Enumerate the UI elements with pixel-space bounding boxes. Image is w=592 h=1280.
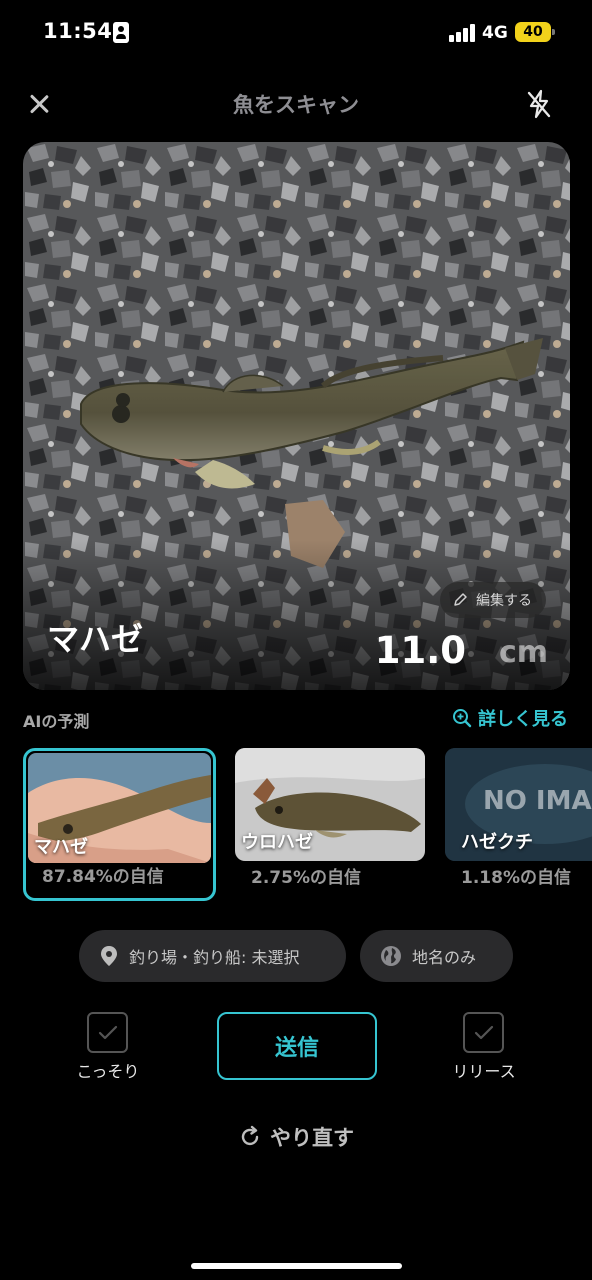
fishing-spot-selector[interactable]: 釣り場・釣り船: 未選択	[79, 930, 346, 982]
size-value[interactable]: 11.0	[375, 629, 466, 672]
zoom-icon	[453, 709, 472, 728]
edit-label: 編集する	[476, 593, 532, 609]
globe-icon	[381, 946, 401, 966]
screen-title: 魚をスキャン	[233, 93, 359, 117]
retry-label: やり直す	[270, 1126, 354, 1150]
fishing-spot-label: 釣り場・釣り船: 未選択	[129, 948, 300, 967]
species-name: マハゼ	[47, 620, 144, 658]
status-time: 11:54	[43, 19, 113, 43]
prediction-thumbnail: マハゼ	[28, 753, 211, 863]
signal-bars-icon	[449, 24, 477, 42]
prediction-thumbnail: NO IMAGE ハゼクチ	[445, 748, 592, 861]
secret-checkbox[interactable]	[87, 1012, 128, 1053]
prediction-confidence: 2.75%の自信	[251, 868, 361, 888]
redo-icon	[241, 1125, 259, 1146]
prediction-card-3[interactable]: NO IMAGE ハゼクチ 1.18%の自信	[445, 748, 592, 900]
fish-photo: 編集する マハゼ 11.0 cm	[23, 142, 570, 690]
detail-label: 詳しく見る	[478, 709, 568, 730]
place-name-only-label: 地名のみ	[412, 948, 477, 967]
prediction-confidence: 87.84%の自信	[42, 867, 164, 887]
location-pin-icon	[101, 946, 117, 966]
release-checkbox[interactable]	[463, 1012, 504, 1053]
no-image-placeholder: NO IMAGE	[483, 786, 592, 816]
prediction-name: ウロハゼ	[241, 832, 313, 853]
release-label: リリース	[452, 1062, 516, 1081]
secret-label: こっそり	[76, 1062, 140, 1081]
prediction-confidence: 1.18%の自信	[461, 868, 571, 888]
size-unit: cm	[498, 635, 548, 670]
send-button[interactable]: 送信	[217, 1012, 377, 1080]
person-badge-icon	[113, 22, 129, 43]
prediction-thumbnail: ウロハゼ	[235, 748, 425, 861]
edit-button[interactable]: 編集する	[440, 582, 546, 618]
prediction-card-1[interactable]: マハゼ 87.84%の自信	[23, 748, 216, 901]
retry-button[interactable]: やり直す	[0, 1122, 592, 1152]
pencil-icon	[454, 593, 467, 606]
flash-off-icon[interactable]	[520, 85, 558, 123]
prediction-name: マハゼ	[34, 837, 88, 858]
network-type: 4G	[482, 23, 508, 43]
prediction-name: ハゼクチ	[461, 832, 533, 853]
prediction-card-2[interactable]: ウロハゼ 2.75%の自信	[235, 748, 425, 900]
ai-prediction-title: AIの予測	[23, 712, 90, 731]
place-name-only-toggle[interactable]: 地名のみ	[360, 930, 513, 982]
status-bar: 11:54 4G 40	[0, 0, 592, 66]
home-indicator[interactable]	[191, 1263, 402, 1269]
battery-icon: 40	[515, 22, 555, 42]
detail-link[interactable]: 詳しく見る	[452, 705, 568, 731]
